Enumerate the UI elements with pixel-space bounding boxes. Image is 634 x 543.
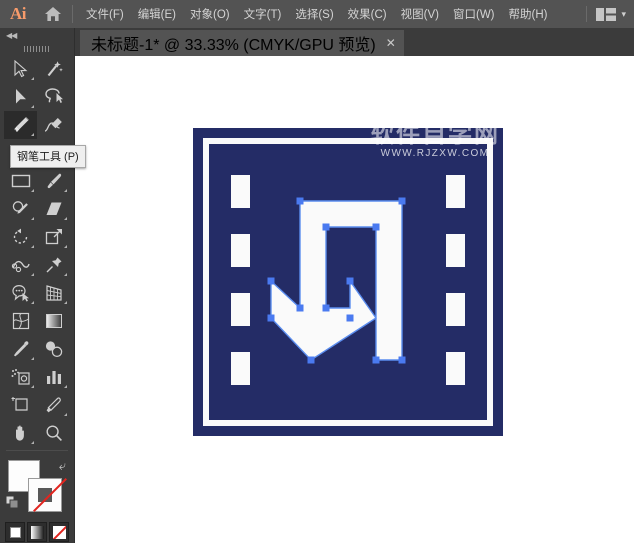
menubar-right-controls: ▾ [586, 6, 634, 22]
rectangle-tool[interactable] [4, 167, 37, 195]
toolbar-divider [6, 450, 68, 451]
shaper-tool[interactable] [4, 195, 37, 223]
pen-tool[interactable] [4, 111, 37, 139]
menu-divider [72, 5, 73, 23]
curvature-tool[interactable] [37, 111, 70, 139]
none-mode-button[interactable] [49, 522, 69, 542]
menu-help[interactable]: 帮助(H) [502, 2, 555, 26]
default-fill-stroke-icon[interactable] [6, 496, 19, 509]
lasso-tool[interactable] [37, 83, 70, 111]
eraser-tool[interactable] [37, 195, 70, 223]
magic-wand-tool[interactable] [37, 55, 70, 83]
rotate-tool[interactable] [4, 223, 37, 251]
gradient-tool[interactable] [37, 307, 70, 335]
artboard [193, 128, 503, 436]
fill-stroke-controls: ⤶ [0, 456, 74, 518]
eyedropper-tool[interactable] [4, 335, 37, 363]
collapse-panel-button[interactable]: ◀◀ [0, 28, 74, 42]
document-tab-bar: 未标题-1* @ 33.33% (CMYK/GPU 预览) ✕ [75, 28, 634, 56]
column-graph-tool[interactable] [37, 363, 70, 391]
menubar-right-divider [586, 6, 587, 22]
symbol-sprayer-tool[interactable] [4, 363, 37, 391]
paintbrush-tool[interactable] [37, 167, 70, 195]
artboard-tool[interactable] [4, 391, 37, 419]
canvas-area[interactable]: 软件自学网 WWW.RJZXW.COM [75, 56, 634, 543]
width-tool[interactable] [4, 251, 37, 279]
menu-view[interactable]: 视图(V) [394, 2, 446, 26]
slice-tool[interactable] [37, 391, 70, 419]
direct-selection-tool[interactable] [4, 83, 37, 111]
menu-effect[interactable]: 效果(C) [341, 2, 394, 26]
artwork-svg [193, 128, 503, 436]
free-transform-tool[interactable] [37, 251, 70, 279]
perspective-grid-tool[interactable] [37, 279, 70, 307]
close-icon[interactable]: ✕ [386, 37, 396, 49]
paint-mode-buttons [0, 522, 74, 542]
workspace-switcher-icon[interactable] [596, 8, 616, 21]
menu-window[interactable]: 窗口(W) [446, 2, 502, 26]
tool-grid [0, 55, 74, 447]
zoom-tool[interactable] [37, 419, 70, 447]
gradient-mode-button[interactable] [27, 522, 47, 542]
menu-items: 文件(F) 编辑(E) 对象(O) 文字(T) 选择(S) 效果(C) 视图(V… [79, 2, 554, 26]
blend-tool[interactable] [37, 335, 70, 363]
swap-fill-stroke-icon[interactable]: ⤶ [59, 458, 66, 474]
illustrator-window: Ai 文件(F) 编辑(E) 对象(O) 文字(T) 选择(S) 效果(C) 视… [0, 0, 634, 543]
shape-builder-tool[interactable] [4, 279, 37, 307]
hand-tool[interactable] [4, 419, 37, 447]
app-logo: Ai [0, 0, 36, 28]
menu-edit[interactable]: 编辑(E) [131, 2, 183, 26]
tools-panel: ◀◀ [0, 28, 75, 543]
home-icon[interactable] [36, 0, 70, 28]
menu-file[interactable]: 文件(F) [79, 2, 131, 26]
menu-bar: Ai 文件(F) 编辑(E) 对象(O) 文字(T) 选择(S) 效果(C) 视… [0, 0, 634, 28]
selection-tool[interactable] [4, 55, 37, 83]
document-tab[interactable]: 未标题-1* @ 33.33% (CMYK/GPU 预览) ✕ [80, 30, 404, 56]
color-mode-button[interactable] [5, 522, 25, 542]
menu-type[interactable]: 文字(T) [237, 2, 289, 26]
stroke-swatch[interactable] [28, 478, 62, 512]
menu-object[interactable]: 对象(O) [183, 2, 237, 26]
menu-select[interactable]: 选择(S) [288, 2, 340, 26]
tool-tooltip: 钢笔工具 (P) [10, 145, 86, 168]
mesh-tool[interactable] [4, 307, 37, 335]
document-tab-title: 未标题-1* @ 33.33% (CMYK/GPU 预览) [91, 31, 376, 55]
chevron-down-icon[interactable]: ▾ [621, 9, 626, 20]
toolbar-drag-handle[interactable] [0, 42, 74, 55]
scale-tool[interactable] [37, 223, 70, 251]
